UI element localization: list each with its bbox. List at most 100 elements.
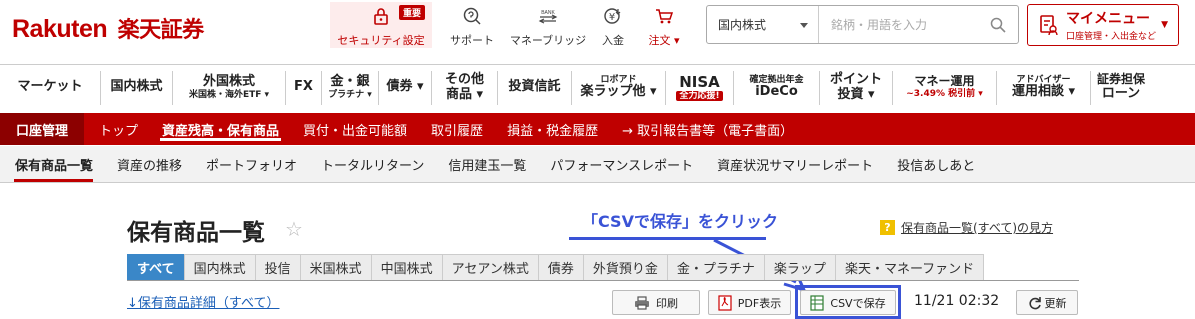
nav-sublabel: ローン xyxy=(1101,85,1141,101)
nav-investment-trust[interactable]: 投資信託 xyxy=(498,70,572,105)
nav-gold-silver[interactable]: 金・銀 プラチナ ▾ xyxy=(322,70,379,105)
nav-sublabel: 商品 ▾ xyxy=(445,86,484,102)
nav-roboadvisor[interactable]: ロボアド 楽ラップ他 ▾ xyxy=(572,70,666,105)
nav-label: マネー運用 xyxy=(914,74,975,89)
tab-pl-tax-history[interactable]: 損益・税金履歴 xyxy=(495,113,610,145)
subnav-asset-summary-report[interactable]: 資産状況サマリーレポート xyxy=(705,146,885,182)
print-button[interactable]: 印刷 xyxy=(612,290,700,315)
tab-asean-stocks[interactable]: アセアン株式 xyxy=(441,254,539,280)
support-link[interactable]: サポート xyxy=(444,4,500,48)
subnav-margin-positions[interactable]: 信用建玉一覧 xyxy=(436,146,538,182)
question-icon: ? xyxy=(880,220,895,235)
print-label: 印刷 xyxy=(656,296,678,310)
search-bar: 国内株式 銘柄・用語を入力 xyxy=(706,5,1019,44)
nav-foreign-stocks[interactable]: 外国株式 米国株・海外ETF ▾ xyxy=(173,70,286,105)
nav-point-investment[interactable]: ポイント 投資 ▾ xyxy=(820,70,893,105)
nav-advisor[interactable]: アドバイザー 運用相談 ▾ xyxy=(997,70,1091,105)
nav-label: 金・銀 xyxy=(330,73,370,89)
subnav-holdings-list[interactable]: 保有商品一覧 xyxy=(0,146,105,182)
tab-trade-history[interactable]: 取引履歴 xyxy=(419,113,495,145)
nav-ideco[interactable]: 確定拠出年金 iDeCo xyxy=(734,70,820,105)
nav-label: FX xyxy=(294,79,313,95)
nav-label: 国内株式 xyxy=(110,79,163,95)
product-tabs: すべて 国内株式 投信 米国株式 中国株式 アセアン株式 債券 外貨預り金 金・… xyxy=(127,254,1079,281)
support-label: サポート xyxy=(450,34,494,47)
sub-nav: 保有商品一覧 資産の推移 ポートフォリオ トータルリターン 信用建玉一覧 パフォ… xyxy=(0,146,1195,183)
deposit-label: 入金 xyxy=(602,34,624,47)
tab-funds[interactable]: 投信 xyxy=(254,254,301,280)
order-menu[interactable]: 注文 ▾ xyxy=(640,4,688,48)
refresh-icon xyxy=(1028,296,1042,310)
help-link-row[interactable]: ? 保有商品一覧(すべて)の見方 xyxy=(880,219,1053,236)
cart-icon xyxy=(654,7,674,32)
subnav-total-return[interactable]: トータルリターン xyxy=(309,146,436,182)
user-doc-icon xyxy=(1040,14,1058,36)
holdings-detail-link[interactable]: ↓保有商品詳細（すべて） xyxy=(127,292,279,311)
tab-bonds[interactable]: 債券 xyxy=(537,254,584,280)
annotation-text: 「CSVで保存」をクリック xyxy=(582,212,778,231)
pdf-icon xyxy=(718,294,732,311)
subnav-fund-footprints[interactable]: 投信あしあと xyxy=(885,146,987,182)
account-management-label[interactable]: 口座管理 xyxy=(0,113,84,145)
tab-china-stocks[interactable]: 中国株式 xyxy=(370,254,443,280)
rakuten-logo[interactable]: Rakuten 楽天証券 xyxy=(12,12,204,44)
money-bridge-label: マネーブリッジ xyxy=(509,34,587,47)
tab-money-fund[interactable]: 楽天・マネーファンド xyxy=(834,254,985,280)
nav-fx[interactable]: FX xyxy=(286,70,322,105)
tab-asset-balance[interactable]: 資産残高・保有商品 xyxy=(150,113,291,145)
logo-text-en: Rakuten xyxy=(12,15,108,43)
nav-rate-label: ~3.49% 税引前 ▾ xyxy=(906,89,983,100)
nav-label: NISA xyxy=(679,72,720,91)
nav-nisa[interactable]: NISA 全力応援! xyxy=(666,70,734,105)
money-bridge-link[interactable]: BANK マネーブリッジ xyxy=(506,4,590,48)
printer-icon xyxy=(634,295,650,310)
nav-sublabel: 米国株・海外ETF ▾ xyxy=(188,89,270,100)
nav-domestic-stocks[interactable]: 国内株式 xyxy=(101,70,173,105)
my-menu-button[interactable]: マイメニュー 口座管理・入出金など ▼ xyxy=(1027,4,1179,46)
bank-icon: BANK xyxy=(537,7,559,32)
tab-buying-power[interactable]: 買付・出金可能額 xyxy=(291,113,419,145)
tab-rakuwrap[interactable]: 楽ラップ xyxy=(763,254,836,280)
account-management-bar: 口座管理 トップ 資産残高・保有商品 買付・出金可能額 取引履歴 損益・税金履歴… xyxy=(0,113,1195,145)
tab-domestic-stocks[interactable]: 国内株式 xyxy=(183,254,256,280)
nav-money-management[interactable]: マネー運用 ~3.49% 税引前 ▾ xyxy=(893,70,997,105)
nav-bonds[interactable]: 債券 ▾ xyxy=(379,70,432,105)
nav-sublabel: iDeCo xyxy=(755,84,798,100)
tab-gold-platinum[interactable]: 金・プラチナ xyxy=(666,254,765,280)
nav-market[interactable]: マーケット xyxy=(0,70,101,105)
tab-trade-reports[interactable]: → 取引報告書等（電子書面） xyxy=(610,113,805,145)
search-category-select[interactable]: 国内株式 xyxy=(707,6,819,43)
search-input[interactable]: 銘柄・用語を入力 xyxy=(819,16,990,33)
nav-label: ポイント xyxy=(829,71,882,87)
tab-fx-deposits[interactable]: 外貨預り金 xyxy=(582,254,668,280)
nav-securities-loan[interactable]: 証券担保 ローン xyxy=(1091,71,1151,105)
nav-sublabel: 楽ラップ他 ▾ xyxy=(580,84,657,100)
deposit-link[interactable]: ¥ 入金 xyxy=(596,4,630,48)
refresh-button[interactable]: 更新 xyxy=(1016,290,1078,315)
security-settings-link[interactable]: 重要 セキュリティ設定 xyxy=(330,2,432,48)
nisa-badge: 全力応援! xyxy=(676,90,723,102)
nav-label: 証券担保 xyxy=(1096,72,1145,87)
tab-all[interactable]: すべて xyxy=(127,254,185,280)
global-nav: マーケット 国内株式 外国株式 米国株・海外ETF ▾ FX 金・銀 プラチナ ▾ … xyxy=(0,64,1195,110)
help-link[interactable]: 保有商品一覧(すべて)の見方 xyxy=(901,219,1053,236)
order-label: 注文 ▾ xyxy=(648,34,680,47)
subnav-performance-report[interactable]: パフォーマンスレポート xyxy=(538,146,705,182)
refresh-label: 更新 xyxy=(1044,296,1067,310)
subnav-asset-history[interactable]: 資産の推移 xyxy=(105,146,194,182)
support-icon xyxy=(462,7,482,32)
nav-other-products[interactable]: その他 商品 ▾ xyxy=(432,70,498,105)
pdf-button[interactable]: PDF表示 xyxy=(708,290,791,315)
my-menu-title: マイメニュー xyxy=(1066,11,1150,27)
subnav-portfolio[interactable]: ポートフォリオ xyxy=(194,146,309,182)
timestamp: 11/21 02:32 xyxy=(914,293,1000,309)
tab-us-stocks[interactable]: 米国株式 xyxy=(299,254,372,280)
security-settings-label: セキュリティ設定 xyxy=(337,34,425,47)
nav-label: マーケット xyxy=(17,79,83,95)
star-icon[interactable]: ☆ xyxy=(285,217,303,241)
lock-icon xyxy=(373,7,389,32)
nav-label: 投資信託 xyxy=(508,79,561,95)
pdf-label: PDF表示 xyxy=(737,296,782,310)
tab-top[interactable]: トップ xyxy=(84,113,150,145)
search-icon[interactable] xyxy=(990,17,1006,33)
